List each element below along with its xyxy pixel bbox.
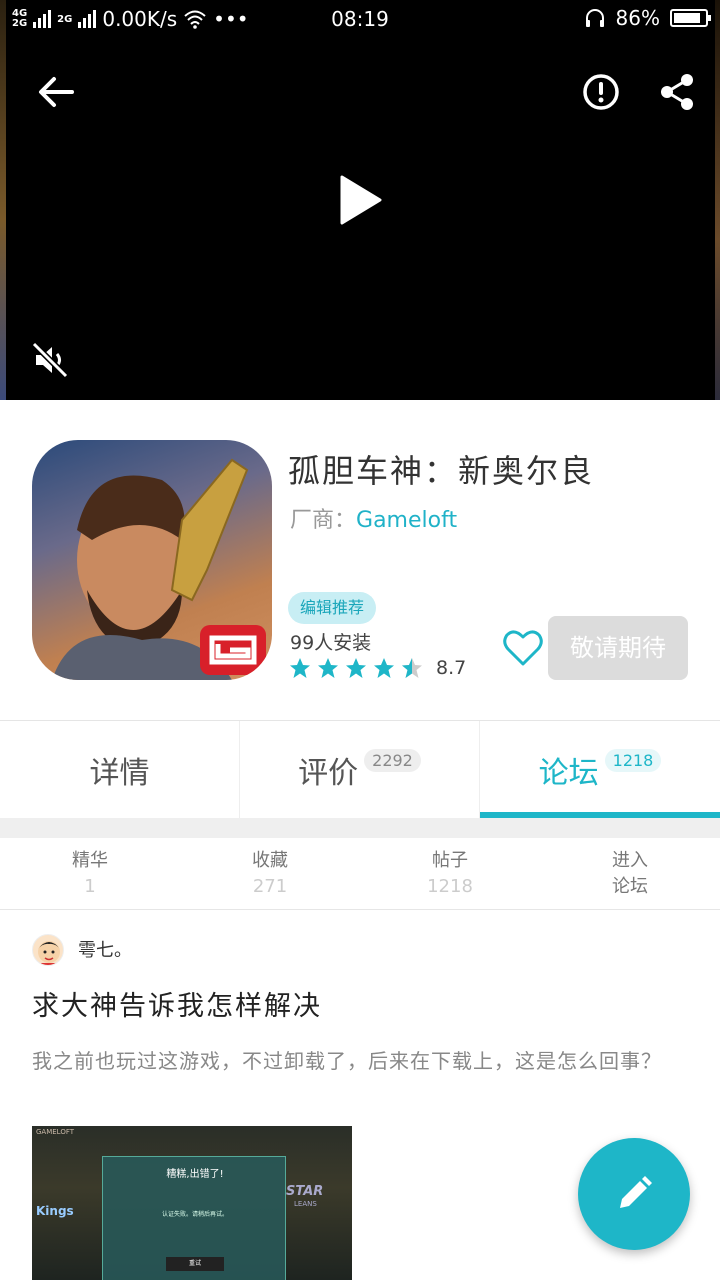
dialog-message: 认证失败。请稍后再试。: [161, 1211, 228, 1218]
pencil-icon: [620, 1176, 652, 1208]
stat-featured[interactable]: 精华 1: [0, 838, 180, 909]
volume-mute-icon: [31, 341, 69, 379]
tab-forum[interactable]: 论坛 1218: [480, 721, 720, 819]
avatar[interactable]: [32, 934, 64, 966]
mute-button[interactable]: [26, 336, 74, 384]
star-icon: [290, 658, 310, 678]
video-edge-right: [715, 0, 720, 400]
play-icon: [340, 175, 382, 225]
stat-label: 精华: [72, 849, 108, 871]
tab-count: 2292: [364, 748, 421, 772]
forum-stats: 精华 1 收藏 271 帖子 1218 进入 论坛: [0, 838, 720, 910]
stat-label: 帖子: [432, 849, 468, 871]
share-icon: [661, 74, 693, 110]
tab-reviews[interactable]: 评价 2292: [240, 721, 480, 819]
tab-details[interactable]: 详情: [0, 721, 240, 819]
tab-count: 1218: [604, 748, 662, 772]
signal-icon-2: [78, 10, 97, 28]
play-button[interactable]: [336, 175, 384, 225]
vendor-label: 厂商：: [290, 508, 357, 533]
signal-icon: [33, 10, 52, 28]
half-star-icon: [402, 658, 422, 678]
network-speed: 0.00K/s: [102, 7, 178, 31]
battery-icon: [670, 9, 711, 27]
video-edge-left: [0, 0, 6, 400]
image-right-subtext: LEANS: [294, 1200, 317, 1208]
wifi-icon: [184, 10, 206, 29]
back-button[interactable]: [32, 68, 80, 116]
image-left-text: Kings: [36, 1204, 74, 1218]
stat-value: 1218: [427, 875, 473, 897]
vendor-line: 厂商：Gameloft: [290, 502, 457, 534]
arrow-left-icon: [39, 77, 74, 107]
star-icon: [318, 658, 338, 678]
star-icon: [346, 658, 366, 678]
stat-favorites[interactable]: 收藏 271: [180, 838, 360, 909]
coming-soon-button[interactable]: 敬请期待: [548, 616, 688, 680]
tab-label: 论坛: [538, 756, 599, 791]
stat-value: 271: [252, 875, 288, 897]
star-icon: [374, 658, 394, 678]
headphone-icon: [585, 9, 604, 27]
battery-percent: 86%: [615, 6, 660, 30]
stat-value: 1: [84, 875, 96, 897]
rating-score: 8.7: [436, 657, 467, 679]
stat-label: 进入: [612, 849, 648, 871]
dialog-title: 糟糕,出错了!: [166, 1169, 224, 1180]
image-error-dialog: 糟糕,出错了! 认证失败。请稍后再试。 重试: [102, 1156, 286, 1280]
more-indicator: •••: [213, 7, 249, 31]
image-right-text: STAR: [286, 1184, 324, 1199]
app-title: 孤胆车神：新奥尔良: [288, 452, 595, 490]
image-logo-text: GAMELOFT: [36, 1128, 75, 1136]
section-divider: [0, 818, 720, 838]
dialog-retry: 重试: [166, 1257, 224, 1271]
tab-label: 评价: [298, 756, 359, 791]
install-count: 99人安装: [290, 632, 372, 654]
post-body[interactable]: 我之前也玩过这游戏，不过卸载了，后来在下载上，这是怎么回事？: [32, 1038, 692, 1084]
status-bar: 4G 2G 2G 0.00K/s ••• 08:19 86%: [0, 0, 720, 38]
network-type: 4G 2G: [12, 8, 28, 29]
share-button[interactable]: [653, 68, 701, 116]
post-author[interactable]: 雩七。: [78, 936, 132, 962]
exclamation-circle-icon: [583, 74, 619, 110]
tab-label: 详情: [89, 756, 150, 791]
network-type-2: 2G: [57, 13, 73, 25]
post-title[interactable]: 求大神告诉我怎样解决: [32, 984, 322, 1023]
compose-post-button[interactable]: [578, 1138, 690, 1250]
stat-label: 收藏: [252, 849, 288, 871]
enter-forum-button[interactable]: 进入 论坛: [540, 838, 720, 909]
favorite-button[interactable]: [502, 628, 544, 668]
tab-bar: 详情 评价 2292 论坛 1218: [0, 720, 720, 819]
editor-pick-badge: 编辑推荐: [288, 592, 377, 624]
vendor-link[interactable]: Gameloft: [356, 508, 457, 533]
app-icon: [32, 440, 272, 680]
video-player[interactable]: 4G 2G 2G 0.00K/s ••• 08:19 86%: [0, 0, 720, 400]
heart-icon: [503, 630, 543, 666]
post-image[interactable]: GAMELOFT Kings STAR LEANS 糟糕,出错了! 认证失败。请…: [32, 1126, 352, 1280]
stat-value: 论坛: [612, 875, 648, 897]
stat-posts[interactable]: 帖子 1218: [360, 838, 540, 909]
rating-stars: 8.7: [288, 656, 466, 680]
report-button[interactable]: [577, 68, 625, 116]
